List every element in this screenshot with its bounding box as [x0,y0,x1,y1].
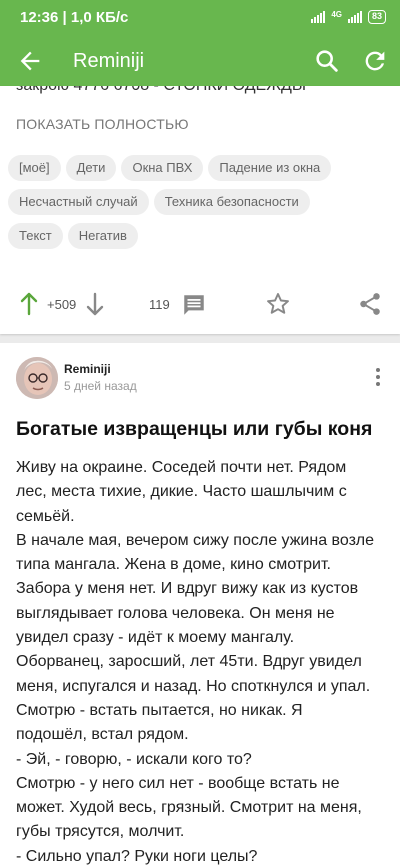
comment-icon[interactable] [181,292,207,318]
avatar[interactable] [16,357,58,399]
body-line: лес, места тихие, дикие. Часто шашлычим … [16,483,347,501]
body-line: губы трясутся, молчит. [16,823,185,841]
post-card: Reminiji 5 дней назад Богатые извращенцы… [0,343,400,867]
body-line: - Сильно упал? Руки ноги целы? [16,847,258,865]
refresh-icon[interactable] [361,47,389,75]
app-bar: Reminiji [0,36,400,86]
more-options-icon[interactable] [370,365,386,389]
app-title: Reminiji [73,50,145,72]
share-icon[interactable] [357,291,383,317]
body-line: Смотрю - встать пытается, но никак. Я [16,701,303,719]
comments-count: 119 [149,297,170,312]
status-bar: 12:36 | 1,0 КБ/с 4G 83 [0,0,400,36]
body-line: Забора у меня нет. И вдруг вижу как из к… [16,580,359,598]
post-date: 5 дней назад [64,379,137,393]
previous-post-card: закрою 4776 6708 - СТОПКИ ОДЕЖДЫ ПОКАЗАТ… [0,86,400,334]
battery-icon: 83 [367,10,386,24]
body-line: увидел сразу - идёт к моему мангалу. [16,629,295,647]
body-line: подошёл, встал рядом. [16,726,189,744]
star-icon[interactable] [265,291,291,317]
post-actions: +509 119 [0,286,400,322]
status-icons: 4G 83 [311,10,386,24]
vote-up-icon[interactable] [18,291,40,317]
post-body: Живу на окраине. Соседей почти нет. Рядо… [16,456,388,867]
tag[interactable]: Текст [8,223,63,249]
tag[interactable]: Несчастный случай [8,189,149,215]
body-line: типа мангала. Жена в доме, кино смотрит. [16,556,331,574]
author-name[interactable]: Reminiji [64,362,111,376]
body-line: меня, испугался и назад. Но споткнулся и… [16,677,371,695]
avatar-image [16,357,58,399]
truncated-text: закрою 4776 6708 - СТОПКИ ОДЕЖДЫ [16,86,306,95]
search-icon[interactable] [313,47,341,75]
body-line: - Эй, - говорю, - искали кого то? [16,750,252,768]
show-all-link[interactable]: ПОКАЗАТЬ ПОЛНОСТЬЮ [16,116,189,132]
vote-down-icon[interactable] [84,291,106,317]
tag[interactable]: Падение из окна [208,155,332,181]
body-line: В начале мая, вечером сижу после ужина в… [16,531,374,549]
body-line: Оборванец, заросший, лет 45ти. Вдруг уви… [16,653,362,671]
tag[interactable]: Дети [65,155,117,181]
rating-value: +509 [47,297,77,312]
post-title[interactable]: Богатые извращенцы или губы коня [16,418,372,441]
tag[interactable]: Окна ПВХ [121,155,204,181]
network-type: 4G [331,9,342,19]
tag[interactable]: [моё] [8,155,61,181]
tag[interactable]: Негатив [67,223,138,249]
signal-icon [311,11,326,23]
body-line: семьёй. [16,507,75,525]
tag[interactable]: Техника безопасности [153,189,310,215]
body-line: Живу на окраине. Соседей почти нет. Рядо… [16,459,347,476]
body-line: Смотрю - у него сил нет - вообще встать … [16,774,340,792]
body-line: выглядывает голова человека. Он меня не [16,604,335,622]
back-arrow-icon[interactable] [16,47,44,75]
tag-list: [моё] Дети Окна ПВХ Падение из окна Несчаст… [8,155,392,257]
signal-icon-2 [347,11,362,23]
status-time: 12:36 | 1,0 КБ/с [20,9,129,26]
body-line: может. Худой весь, грязный. Смотрит на м… [16,799,362,817]
